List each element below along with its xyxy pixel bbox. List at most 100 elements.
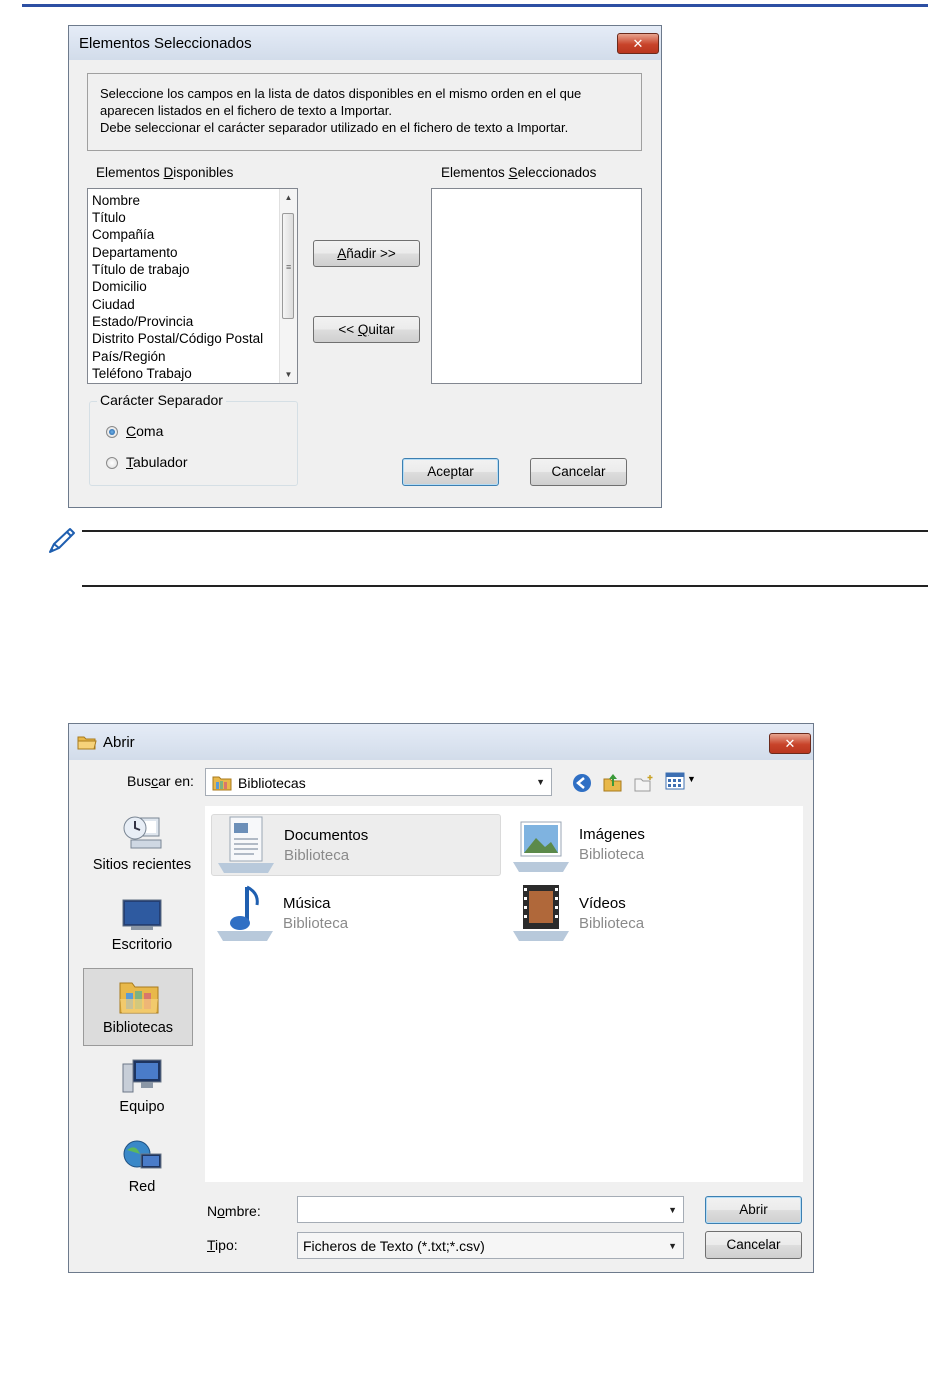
library-name: Documentos — [284, 827, 369, 844]
open-folder-icon — [77, 736, 97, 750]
ok-button[interactable]: Aceptar — [402, 458, 499, 486]
scroll-up-arrow-icon[interactable]: ▲ — [280, 189, 297, 206]
view-grid-icon — [665, 772, 685, 790]
place-label: Bibliotecas — [102, 1020, 174, 1036]
close-button[interactable]: ✕ — [617, 33, 659, 54]
title-bar: Abrir ✕ — [69, 724, 813, 760]
music-library-icon — [217, 885, 273, 941]
libraries-folder-icon — [212, 776, 232, 791]
type-label: Tipo: — [207, 1237, 238, 1253]
place-label: Sitios recientes — [92, 857, 192, 873]
place-label: Equipo — [119, 1099, 165, 1115]
scroll-thumb[interactable]: ≡ — [282, 213, 294, 319]
library-tile-videos[interactable]: Vídeos Biblioteca — [507, 883, 797, 945]
cancel-button[interactable]: Cancelar — [705, 1231, 802, 1259]
list-item[interactable]: Departamento — [92, 245, 178, 260]
list-item[interactable]: País/Región — [92, 349, 166, 364]
dropdown-arrow-icon[interactable]: ▼ — [536, 777, 545, 787]
library-name: Música — [283, 895, 331, 912]
look-in-combo[interactable]: Bibliotecas ▼ — [205, 768, 552, 796]
tab-radio[interactable] — [106, 457, 118, 469]
place-label: Escritorio — [111, 937, 173, 953]
place-label: Red — [128, 1179, 156, 1195]
place-desktop[interactable]: Escritorio — [81, 892, 203, 970]
comma-radio[interactable] — [106, 426, 118, 438]
library-type: Biblioteca — [284, 847, 350, 864]
file-type-value: Ficheros de Texto (*.txt;*.csv) — [303, 1238, 485, 1254]
desktop-icon — [122, 899, 162, 930]
library-type: Biblioteca — [579, 915, 645, 932]
close-icon: ✕ — [784, 736, 796, 751]
filename-label: Nombre: — [207, 1203, 261, 1219]
instruction-line: aparecen listados en el fichero de texto… — [100, 103, 392, 118]
look-in-label: Buscar en: — [127, 773, 194, 789]
note-bottom-rule — [82, 585, 928, 587]
selected-elements-dialog: Elementos Seleccionados ✕ Seleccione los… — [68, 25, 662, 508]
new-folder-icon[interactable] — [633, 773, 655, 793]
available-items-label: Elementos Disponibles — [96, 165, 234, 180]
instruction-line: Debe seleccionar el carácter separador u… — [100, 120, 569, 135]
place-recent-sites[interactable]: Sitios recientes — [81, 806, 203, 884]
library-tile-music[interactable]: Música Biblioteca — [211, 883, 501, 945]
library-tile-pictures[interactable]: Imágenes Biblioteca — [507, 814, 797, 876]
chevron-down-icon: ▼ — [687, 774, 696, 784]
list-item[interactable]: Ciudad — [92, 297, 135, 312]
documents-library-icon — [218, 816, 274, 873]
place-libraries[interactable]: Bibliotecas — [83, 968, 193, 1046]
list-item[interactable]: Nombre — [92, 193, 140, 208]
scroll-down-arrow-icon[interactable]: ▼ — [280, 366, 297, 383]
library-type: Biblioteca — [579, 846, 645, 863]
file-list-area[interactable]: Documentos Biblioteca Imágenes Bibliotec… — [205, 806, 803, 1182]
page-top-rule — [22, 4, 928, 7]
list-item[interactable]: Título de trabajo — [92, 262, 190, 277]
instruction-line: Seleccione los campos en la lista de dat… — [100, 86, 582, 101]
computer-icon — [122, 1059, 162, 1093]
list-item[interactable]: Estado/Provincia — [92, 314, 193, 329]
library-name: Imágenes — [579, 826, 645, 843]
close-icon: ✕ — [632, 36, 644, 51]
tab-radio-label[interactable]: Tabulador — [126, 454, 188, 470]
dialog-title: Elementos Seleccionados — [79, 35, 252, 52]
grip-icon: ≡ — [286, 262, 292, 272]
libraries-icon — [119, 982, 159, 1014]
available-items-list[interactable]: Nombre Título Compañía Departamento Títu… — [87, 188, 298, 384]
places-bar: Sitios recientes Escritorio Bibliotecas — [81, 806, 203, 1258]
note-top-rule — [82, 530, 928, 532]
comma-radio-label[interactable]: Coma — [126, 423, 163, 439]
dropdown-arrow-icon[interactable]: ▼ — [668, 1241, 677, 1251]
library-type: Biblioteca — [283, 915, 349, 932]
dialog-title: Abrir — [103, 734, 135, 751]
open-button[interactable]: Abrir — [705, 1196, 802, 1224]
look-in-value: Bibliotecas — [238, 775, 306, 791]
title-bar: Elementos Seleccionados ✕ — [69, 26, 661, 60]
list-item[interactable]: Teléfono Trabajo — [92, 366, 192, 381]
close-button[interactable]: ✕ — [769, 733, 811, 754]
selected-items-list[interactable] — [431, 188, 642, 384]
up-folder-icon[interactable] — [602, 771, 624, 793]
list-item[interactable]: Compañía — [92, 227, 154, 242]
add-button[interactable]: Añadir >> — [313, 240, 420, 267]
file-type-select[interactable]: Ficheros de Texto (*.txt;*.csv) ▼ — [297, 1232, 684, 1259]
separator-group: Carácter Separador Coma Tabulador — [89, 392, 298, 486]
note-pencil-icon — [49, 528, 75, 553]
videos-library-icon — [513, 885, 569, 941]
vertical-scrollbar[interactable]: ▲ ≡ ▼ — [279, 189, 297, 383]
list-item[interactable]: Distrito Postal/Código Postal — [92, 331, 263, 346]
open-file-dialog: Abrir ✕ Buscar en: Bibliotecas ▼ ▼ Sitio… — [68, 723, 814, 1273]
filename-combo[interactable]: ▼ — [297, 1196, 684, 1223]
place-network[interactable]: Red — [81, 1134, 203, 1212]
instructions-box: Seleccione los campos en la lista de dat… — [87, 73, 642, 151]
network-icon — [123, 1140, 162, 1169]
list-item[interactable]: Domicilio — [92, 279, 147, 294]
remove-button[interactable]: << Quitar — [313, 316, 420, 343]
selected-items-label: Elementos Seleccionados — [441, 165, 597, 180]
place-computer[interactable]: Equipo — [81, 1054, 203, 1132]
library-tile-documents[interactable]: Documentos Biblioteca — [211, 814, 501, 876]
recent-sites-icon — [123, 816, 162, 849]
cancel-button[interactable]: Cancelar — [530, 458, 627, 486]
dropdown-arrow-icon[interactable]: ▼ — [668, 1205, 677, 1215]
list-item[interactable]: Título — [92, 210, 126, 225]
back-icon[interactable] — [572, 773, 592, 793]
library-name: Vídeos — [579, 895, 626, 912]
view-menu-button[interactable]: ▼ — [665, 772, 699, 792]
